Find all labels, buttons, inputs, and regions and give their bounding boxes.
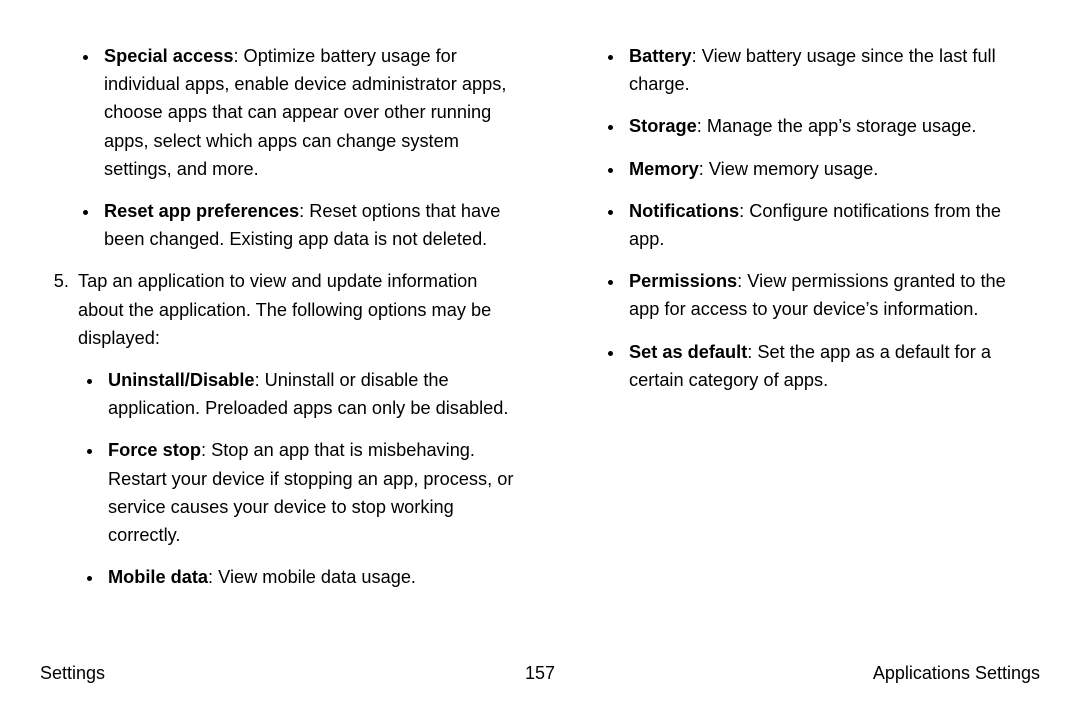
step-5-bullets: Uninstall/Disable: Uninstall or disable … [78,366,515,591]
item-desc: : View mobile data usage. [208,567,416,587]
item-desc: : View memory usage. [699,159,879,179]
item-label: Special access [104,46,233,66]
item-label: Memory [629,159,699,179]
page-footer: Settings 157 Applications Settings [0,663,1080,684]
item-label: Set as default [629,342,747,362]
item-label: Reset app preferences [104,201,299,221]
list-item: Notifications: Configure notifications f… [625,197,1040,253]
step-text: Tap an application to view and update in… [78,271,491,347]
left-column: Special access: Optimize battery usage f… [40,42,515,605]
list-item: Set as default: Set the app as a default… [625,338,1040,394]
item-label: Uninstall/Disable [108,370,255,390]
list-item: Permissions: View permissions granted to… [625,267,1040,323]
footer-right: Applications Settings [873,663,1040,684]
list-item: Reset app preferences: Reset options tha… [100,197,515,253]
content-columns: Special access: Optimize battery usage f… [40,42,1040,605]
item-label: Battery [629,46,692,66]
item-label: Force stop [108,440,201,460]
left-pre-bullets: Special access: Optimize battery usage f… [40,42,515,253]
right-bullets: Battery: View battery usage since the la… [565,42,1040,394]
list-item: Battery: View battery usage since the la… [625,42,1040,98]
list-item: Force stop: Stop an app that is misbehav… [104,436,515,549]
list-item: Storage: Manage the app’s storage usage. [625,112,1040,140]
item-label: Notifications [629,201,739,221]
list-item: Uninstall/Disable: Uninstall or disable … [104,366,515,422]
footer-page-number: 157 [525,663,555,684]
item-label: Permissions [629,271,737,291]
step-5: Tap an application to view and update in… [74,267,515,591]
footer-left: Settings [40,663,105,684]
list-item: Memory: View memory usage. [625,155,1040,183]
item-label: Mobile data [108,567,208,587]
list-item: Mobile data: View mobile data usage. [104,563,515,591]
item-label: Storage [629,116,697,136]
manual-page: Special access: Optimize battery usage f… [0,0,1080,720]
list-item: Special access: Optimize battery usage f… [100,42,515,183]
right-column: Battery: View battery usage since the la… [565,42,1040,605]
numbered-steps: Tap an application to view and update in… [40,267,515,591]
item-desc: : Manage the app’s storage usage. [697,116,977,136]
